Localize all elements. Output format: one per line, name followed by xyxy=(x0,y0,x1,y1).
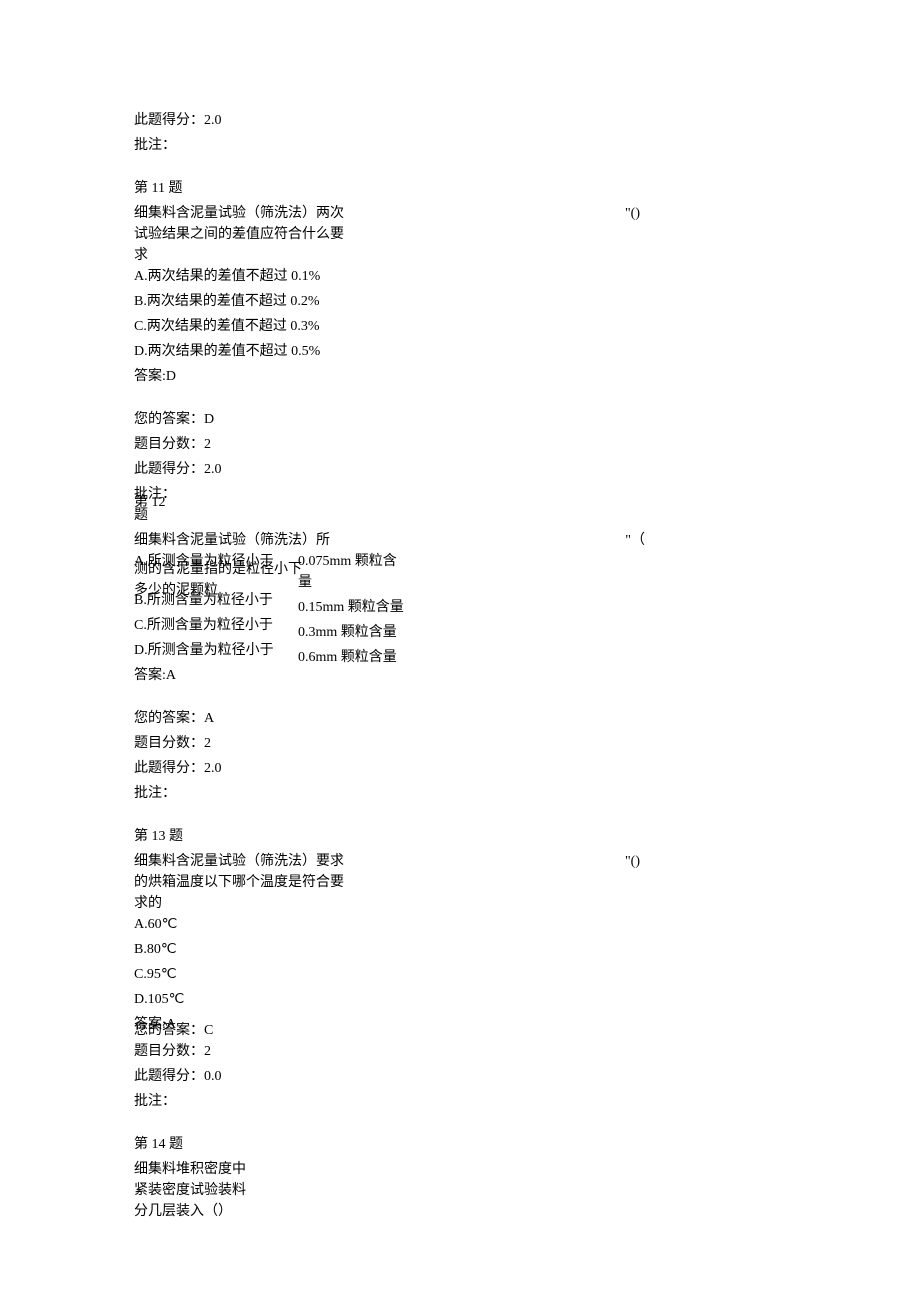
q13-marker: "() xyxy=(625,851,920,872)
q12-answer-key: 答案:A xyxy=(134,665,920,686)
q13-stem-row: 细集料含泥量试验（筛洗法）要求的烘箱温度以下哪个温度是符合要求的 "() xyxy=(134,851,920,914)
q11-stem-row: 细集料含泥量试验（筛洗法）两次试验结果之间的差值应符合什么要求 "() xyxy=(134,203,920,266)
q13-answer-key: 答案:A xyxy=(134,1014,920,1035)
q14-stem: 细集料堆积密度中紧装密度试验装料分几层装入（） xyxy=(134,1159,254,1222)
q13-your-answer: 您的答案：C xyxy=(134,1020,213,1041)
q11-opt-d: D.两次结果的差值不超过 0.5% xyxy=(134,341,920,362)
prev-comment-label: 批注： xyxy=(134,135,920,156)
q13-opt-a: A.60℃ xyxy=(134,914,920,935)
q12-body: A.所测含量为粒径小于 测的含泥量指的是粒径小下多少的泥颗粒 B.所测含量为粒径… xyxy=(134,551,920,686)
q11-answer-key: 答案:D xyxy=(134,366,920,387)
q13-stem: 细集料含泥量试验（筛洗法）要求的烘箱温度以下哪个温度是符合要求的 xyxy=(134,851,354,914)
q11-heading: 第 11 题 xyxy=(134,178,920,199)
q11-opt-b: B.两次结果的差值不超过 0.2% xyxy=(134,291,920,312)
q11-your-answer: 您的答案：D xyxy=(134,409,920,430)
q13-comment-label: 批注： xyxy=(134,1091,920,1112)
q12-opt-d: D.所测含量为粒径小于 xyxy=(134,640,920,661)
q12-heading-part: 第 12 xyxy=(134,492,166,513)
q12-heading-rest: 题 xyxy=(134,505,920,526)
q11-stem: 细集料含泥量试验（筛洗法）两次试验结果之间的差值应符合什么要求 xyxy=(134,203,354,266)
q11-got-score: 此题得分：2.0 xyxy=(134,459,920,480)
q13-opt-b: B.80℃ xyxy=(134,939,920,960)
q12-stem-rest: 测的含泥量指的是粒径小下多少的泥颗粒 xyxy=(134,559,304,601)
q12-your-answer: 您的答案：A xyxy=(134,708,920,729)
q13-max-score: 题目分数：2 xyxy=(134,1041,920,1062)
q11-opt-c: C.两次结果的差值不超过 0.3% xyxy=(134,316,920,337)
q12-max-score: 题目分数：2 xyxy=(134,733,920,754)
q14-heading: 第 14 题 xyxy=(134,1134,920,1155)
q12-stem-top: 细集料含泥量试验（筛洗法）所 xyxy=(134,530,354,551)
q12-marker: "（ xyxy=(625,530,920,551)
q12-stem-row: 细集料含泥量试验（筛洗法）所 "（ xyxy=(134,530,920,551)
q12-got-score: 此题得分：2.0 xyxy=(134,758,920,779)
q13-opt-d: D.105℃ xyxy=(134,989,920,1010)
q12-opt-c: C.所测含量为粒径小于 xyxy=(134,615,920,636)
q12-comment-label: 批注： xyxy=(134,783,920,804)
q11-opt-a: A.两次结果的差值不超过 0.1% xyxy=(134,266,920,287)
q12-row1: A.所测含量为粒径小于 测的含泥量指的是粒径小下多少的泥颗粒 xyxy=(134,551,920,572)
q13-heading: 第 13 题 xyxy=(134,826,920,847)
q11-marker: "() xyxy=(625,203,920,224)
page: 此题得分：2.0 批注： 第 11 题 细集料含泥量试验（筛洗法）两次试验结果之… xyxy=(0,0,920,1303)
q11-max-score: 题目分数：2 xyxy=(134,434,920,455)
q13-opt-c: C.95℃ xyxy=(134,964,920,985)
q11-comment-label: 批注： xyxy=(134,484,920,505)
q11-comment-overlap: 批注： 第 12 xyxy=(134,484,920,505)
q13-answer-overlap: 答案:A 您的答案：C xyxy=(134,1014,920,1035)
prev-got-score: 此题得分：2.0 xyxy=(134,110,920,131)
q13-got-score: 此题得分：0.0 xyxy=(134,1066,920,1087)
